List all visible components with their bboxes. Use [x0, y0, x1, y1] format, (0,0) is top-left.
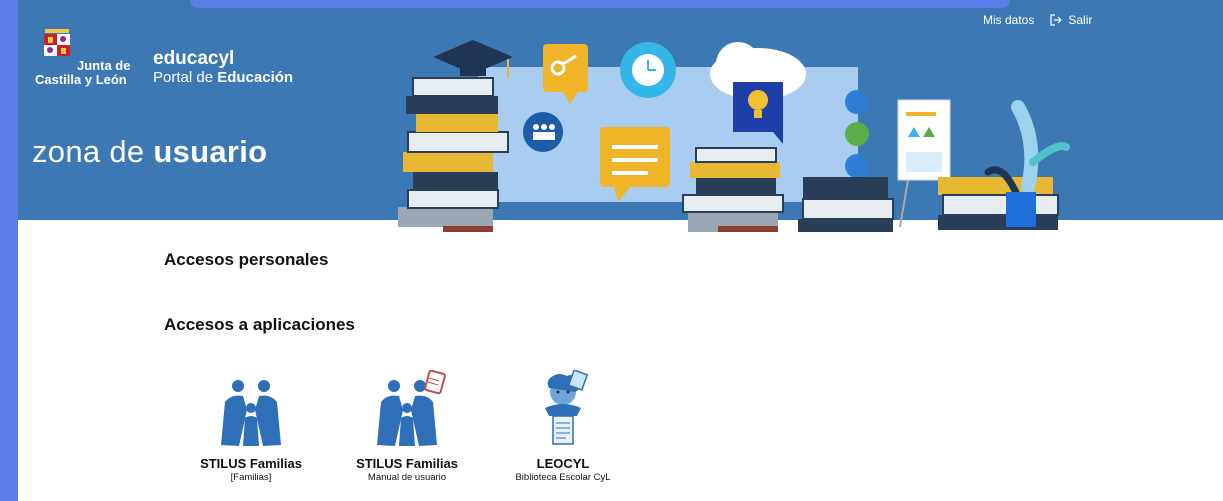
video-icon [845, 122, 869, 146]
portal-subtitle: Portal de Educación [153, 69, 294, 86]
header-banner: Junta de Castilla y León educacyl Portal… [18, 0, 1223, 232]
book-stack-middle-icon [682, 147, 784, 232]
app-subtitle: [Familias] [230, 472, 272, 483]
app-title: STILUS Familias [200, 456, 302, 471]
reader-icon [545, 370, 589, 445]
book-stack-left-icon [398, 77, 509, 232]
app-leocyl[interactable]: LEOCYL Biblioteca Escolar CyL [493, 370, 633, 484]
section-title-personal: Accesos personales [164, 250, 329, 269]
coat-of-arms-icon [44, 29, 70, 56]
app-subtitle: Biblioteca Escolar CyL [515, 472, 611, 483]
book-stack-right-icon [798, 177, 894, 232]
phone-icon [845, 154, 869, 178]
page: Junta de Castilla y León educacyl Portal… [18, 0, 1223, 501]
plant-icon [938, 100, 1070, 230]
app-stilus-familias[interactable]: STILUS Familias [Familias] [181, 370, 321, 484]
jcyl-line1: Junta de [77, 58, 131, 73]
educacyl-logo[interactable]: educacyl Portal de Educación [153, 49, 293, 87]
frame-top-edge [190, 0, 1010, 8]
header-illustration [398, 40, 1070, 232]
app-stilus-manual[interactable]: STILUS Familias Manual de usuario [337, 370, 477, 484]
group-icon [523, 112, 563, 152]
family-manual-icon [377, 370, 446, 446]
apps-grid: STILUS Familias [Familias] STILUS Famili… [181, 370, 633, 484]
family-icon [221, 380, 281, 446]
section-title-apps: Accesos a aplicaciones [164, 315, 355, 334]
gear-icon [620, 42, 676, 98]
jcyl-line2: Castilla y León [35, 72, 127, 87]
microphone-icon [845, 90, 869, 114]
app-title: LEOCYL [536, 456, 590, 471]
app-title: STILUS Familias [356, 456, 458, 471]
portal-name: educacyl [153, 48, 235, 69]
app-subtitle: Manual de usuario [367, 472, 447, 483]
page-title: zona de usuario [32, 134, 268, 169]
